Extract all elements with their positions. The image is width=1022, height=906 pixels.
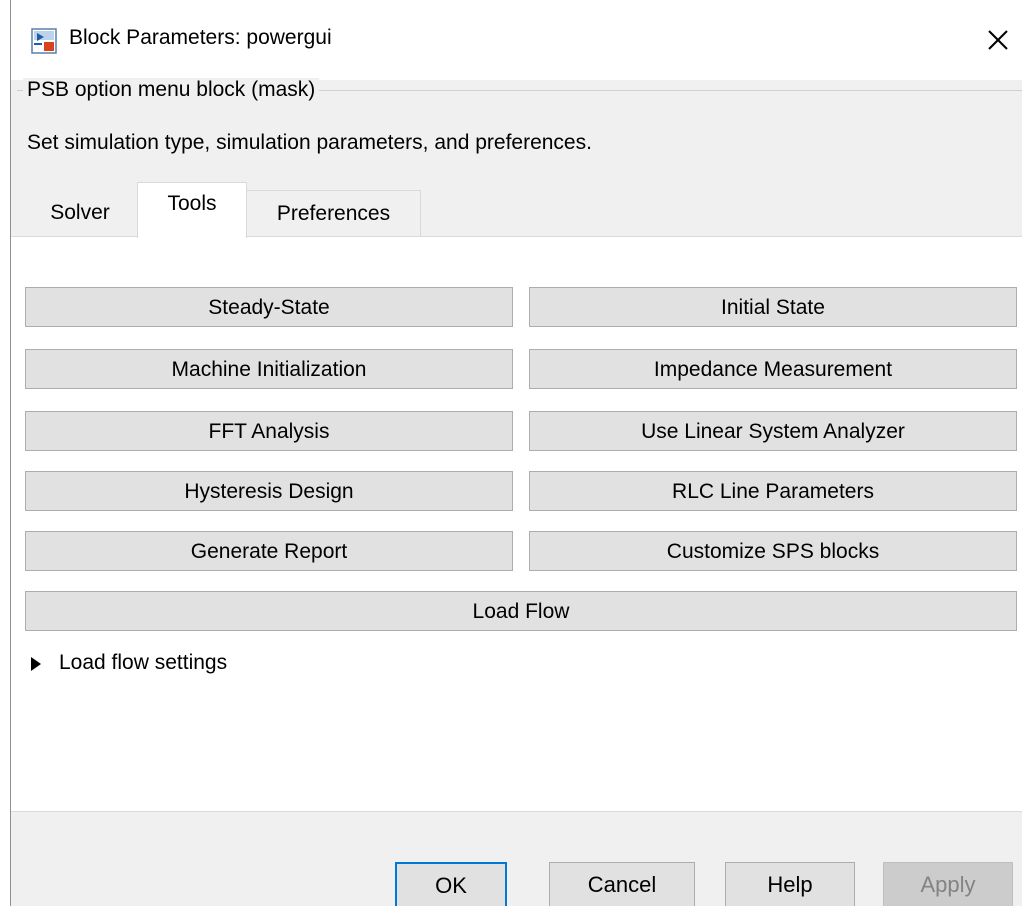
simulink-block-icon [31,28,57,54]
tab-solver[interactable]: Solver [25,190,135,234]
rlc-line-parameters-button[interactable]: RLC Line Parameters [529,471,1017,511]
apply-button[interactable]: Apply [883,862,1013,906]
title-bar: Block Parameters: powergui [11,0,1022,80]
mask-description: Set simulation type, simulation paramete… [27,131,592,154]
mask-group-title: PSB option menu block (mask) [23,78,320,102]
block-parameters-dialog: Block Parameters: powergui PSB option me… [10,0,1022,906]
tab-preferences[interactable]: Preferences [247,190,421,236]
generate-report-button[interactable]: Generate Report [25,531,513,571]
linear-system-analyzer-button[interactable]: Use Linear System Analyzer [529,411,1017,451]
close-button[interactable] [976,12,1022,66]
load-flow-button[interactable]: Load Flow [25,591,1017,631]
window-title: Block Parameters: powergui [69,26,332,49]
tab-solver-label: Solver [50,201,110,224]
fft-analysis-button[interactable]: FFT Analysis [25,411,513,451]
tab-tools-label: Tools [167,192,217,215]
impedance-measurement-button[interactable]: Impedance Measurement [529,349,1017,389]
load-flow-settings-label: Load flow settings [59,651,228,674]
help-button[interactable]: Help [725,862,855,906]
initial-state-button[interactable]: Initial State [529,287,1017,327]
machine-initialization-button[interactable]: Machine Initialization [25,349,513,389]
customize-sps-blocks-button[interactable]: Customize SPS blocks [529,531,1017,571]
hysteresis-design-button[interactable]: Hysteresis Design [25,471,513,511]
expand-triangle-icon [31,657,41,671]
close-icon [988,30,1008,50]
steady-state-button[interactable]: Steady-State [25,287,513,327]
tools-tab-panel: Steady-State Initial State Machine Initi… [11,236,1022,812]
cancel-button[interactable]: Cancel [549,862,695,906]
ok-button[interactable]: OK [395,862,507,906]
tab-preferences-label: Preferences [276,202,391,225]
tab-tools[interactable]: Tools [137,182,247,238]
